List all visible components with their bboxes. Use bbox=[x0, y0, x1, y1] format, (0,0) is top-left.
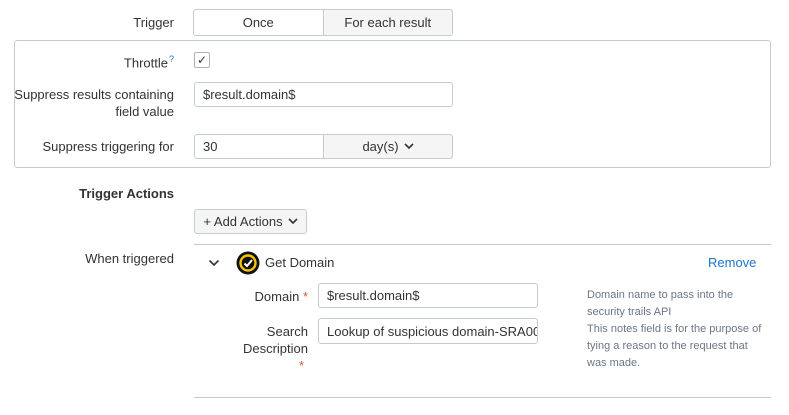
chevron-down-icon[interactable] bbox=[208, 259, 220, 267]
search-description-help-line1: This notes field is for the purpose of bbox=[587, 323, 762, 335]
action-bottom-divider bbox=[194, 397, 771, 398]
search-description-help-line3: was made. bbox=[587, 357, 641, 369]
domain-help-line2: security trails API bbox=[587, 306, 672, 318]
chevron-down-icon bbox=[288, 218, 298, 225]
domain-field-label: Domain * bbox=[200, 288, 308, 305]
required-marker: * bbox=[298, 358, 304, 373]
add-actions-button[interactable]: + Add Actions bbox=[194, 209, 307, 234]
suppress-fields-label: Suppress results containing field value bbox=[10, 86, 174, 120]
chevron-down-icon bbox=[403, 143, 414, 150]
suppress-fields-input[interactable]: $result.domain$ bbox=[194, 82, 453, 107]
add-actions-label: + Add Actions bbox=[203, 214, 283, 229]
remove-action-link[interactable]: Remove bbox=[708, 255, 756, 270]
when-triggered-label: When triggered bbox=[85, 251, 174, 266]
suppress-for-unit-label: day(s) bbox=[362, 139, 399, 154]
suppress-for-label: Suppress triggering for bbox=[42, 139, 174, 154]
help-icon[interactable]: ? bbox=[169, 54, 174, 64]
required-marker: * bbox=[302, 289, 308, 304]
domain-help-text: Domain name to pass into the security tr… bbox=[587, 287, 777, 321]
suppress-for-unit-dropdown[interactable]: day(s) bbox=[323, 134, 453, 159]
throttle-label-text: Throttle bbox=[123, 55, 168, 71]
get-domain-logo-icon bbox=[236, 251, 260, 275]
check-icon: ✓ bbox=[196, 53, 208, 67]
trigger-segmented-control: Once For each result bbox=[193, 9, 453, 36]
trigger-actions-heading: Trigger Actions bbox=[79, 186, 174, 201]
throttle-label: Throttle? bbox=[60, 51, 174, 71]
action-name: Get Domain bbox=[265, 255, 335, 270]
trigger-label: Trigger bbox=[133, 15, 174, 30]
search-description-label: Search Description * bbox=[200, 323, 308, 374]
search-description-input[interactable]: Lookup of suspicious domain-SRA005 bbox=[318, 318, 538, 344]
suppress-for-input[interactable]: 30 bbox=[194, 134, 324, 159]
search-description-label-line1: Search bbox=[266, 324, 308, 339]
suppress-fields-label-line1: Suppress results containing bbox=[14, 87, 174, 102]
throttle-checkbox[interactable]: ✓ bbox=[194, 52, 210, 68]
search-description-help-text: This notes field is for the purpose of t… bbox=[587, 321, 782, 372]
domain-input[interactable]: $result.domain$ bbox=[318, 283, 538, 308]
search-description-help-line2: tying a reason to the request that bbox=[587, 340, 748, 352]
search-description-label-line2: Description bbox=[242, 341, 308, 356]
domain-help-line1: Domain name to pass into the bbox=[587, 289, 734, 301]
domain-label-text: Domain bbox=[254, 289, 300, 304]
suppress-fields-label-line2: field value bbox=[115, 104, 174, 119]
action-top-divider bbox=[194, 244, 771, 245]
trigger-option-for-each-result[interactable]: For each result bbox=[322, 10, 453, 35]
trigger-option-once[interactable]: Once bbox=[194, 10, 323, 35]
